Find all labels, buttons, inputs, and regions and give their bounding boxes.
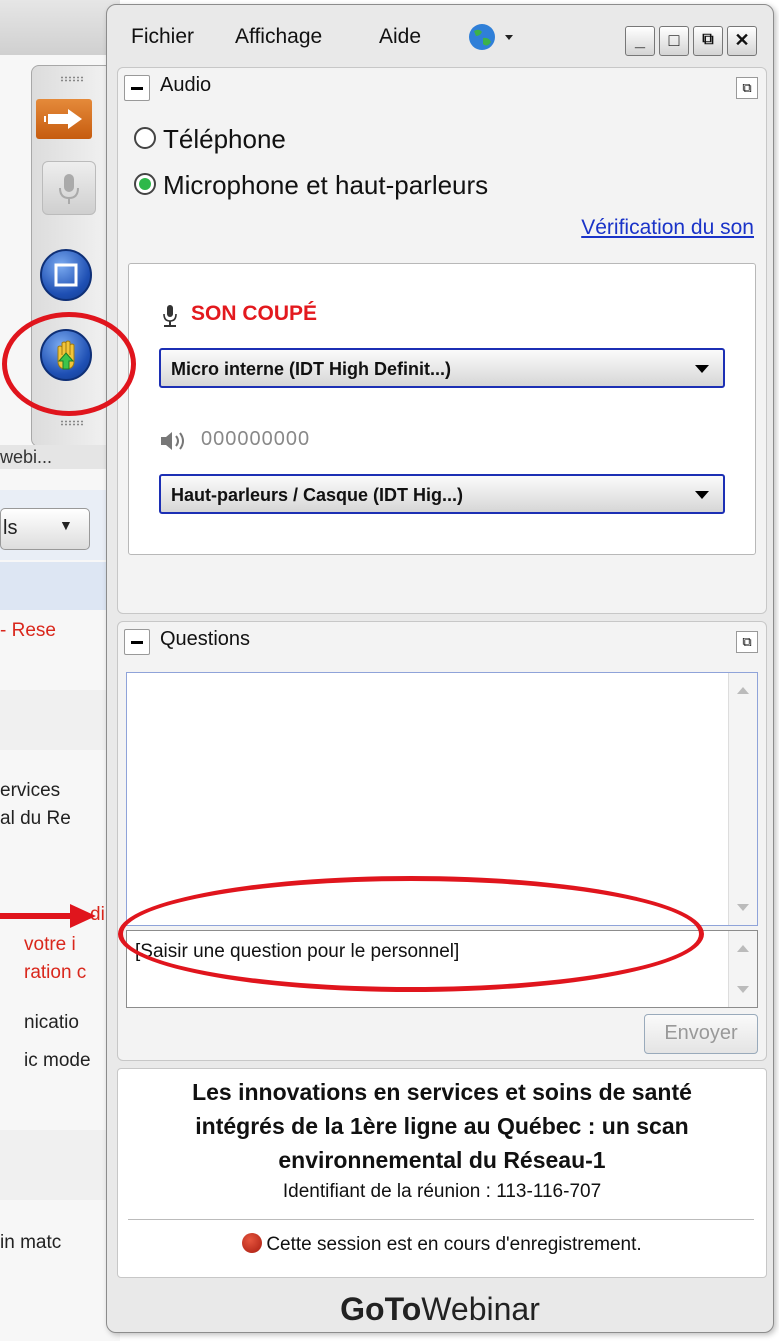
radio-microphone-label: Microphone et haut-parleurs	[163, 170, 489, 200]
questions-log-scrollbar[interactable]	[728, 673, 757, 925]
close-button[interactable]: ✕	[727, 26, 757, 56]
chevron-down-icon: ▼	[59, 517, 73, 533]
recording-notice: Cette session est en cours d'enregistrem…	[118, 1233, 766, 1256]
arrow-right-icon	[44, 109, 82, 129]
background-header	[0, 0, 120, 55]
session-title-line: Les innovations en services et soins de …	[192, 1079, 692, 1105]
globe-language-button[interactable]	[467, 22, 519, 58]
questions-section: Questions ⧉ [Saisir une question pour le…	[117, 621, 767, 1061]
scroll-down-icon[interactable]	[737, 904, 749, 911]
menu-file[interactable]: Fichier	[131, 25, 194, 49]
restore-button[interactable]: ⧉	[693, 26, 723, 56]
mute-status: SON COUPÉ	[191, 302, 318, 325]
background-row-shade	[0, 690, 120, 750]
speaker-icon	[161, 432, 184, 450]
radio-microphone[interactable]: Microphone et haut-parleurs	[134, 170, 488, 201]
brand-regular: Webinar	[421, 1291, 540, 1327]
minimize-button[interactable]: _	[625, 26, 655, 56]
chevron-down-icon	[695, 365, 709, 373]
microphone-icon	[59, 174, 79, 204]
annotation-ellipse-question-input	[118, 876, 704, 992]
radio-telephone-label: Téléphone	[163, 124, 286, 154]
background-snippet: ervices	[0, 780, 61, 801]
menu-bar: Fichier Affichage Aide _ □ ⧉ ✕	[107, 5, 773, 63]
annotation-arrow-icon	[0, 904, 96, 928]
session-title-line: intégrés de la 1ère ligne au Québec : un…	[195, 1113, 689, 1139]
audio-section-header: Audio ⧉	[118, 68, 766, 108]
toolbar-drag-grip[interactable]	[60, 76, 84, 82]
background-dropdown-label: ls	[3, 517, 18, 539]
session-info: Les innovations en services et soins de …	[117, 1068, 767, 1278]
microphone-icon	[163, 305, 177, 327]
speaker-level-meter: 000000000	[201, 428, 311, 450]
scroll-down-icon[interactable]	[737, 986, 749, 993]
background-row-shade	[0, 1130, 120, 1200]
popout-questions-button[interactable]: ⧉	[736, 631, 758, 653]
audio-section: Audio ⧉ Téléphone Microphone et haut-par…	[117, 67, 767, 614]
gotowebinar-panel: Fichier Affichage Aide _ □ ⧉ ✕ Audio ⧉ T…	[106, 4, 774, 1333]
background-snippet: in matc	[0, 1232, 62, 1253]
annotation-circle-raise-hand	[2, 312, 136, 416]
radio-unselected-icon	[134, 127, 156, 149]
background-snippet: ration c	[24, 962, 87, 983]
meeting-id: Identifiant de la réunion : 113-116-707	[282, 1181, 602, 1202]
sound-check-link[interactable]: Vérification du son	[581, 216, 754, 240]
brand-bold: GoTo	[340, 1291, 422, 1327]
background-snippet: - Rese	[0, 620, 56, 641]
microphone-device-value: Micro interne (IDT High Definit...)	[171, 359, 451, 379]
globe-icon	[469, 24, 513, 50]
collapse-questions-button[interactable]	[124, 629, 150, 655]
scroll-up-icon[interactable]	[737, 945, 749, 952]
collapse-audio-button[interactable]	[124, 75, 150, 101]
menu-help[interactable]: Aide	[379, 25, 421, 49]
background-snippet: ic mode	[24, 1050, 91, 1071]
questions-section-title: Questions	[160, 628, 251, 650]
background-snippet: nicatio	[24, 1012, 79, 1033]
audio-devices-box: SON COUPÉ Micro interne (IDT High Defini…	[128, 263, 756, 555]
recording-notice-text: Cette session est en cours d'enregistrem…	[266, 1234, 642, 1255]
maximize-button[interactable]: □	[659, 26, 689, 56]
scroll-up-icon[interactable]	[737, 687, 749, 694]
chevron-down-icon	[695, 491, 709, 499]
square-icon	[54, 263, 78, 287]
expand-panel-button[interactable]	[36, 99, 92, 139]
divider	[128, 1219, 754, 1220]
send-button[interactable]: Envoyer	[644, 1014, 758, 1054]
radio-selected-icon	[134, 173, 156, 195]
toolbar-caption: webi...	[0, 445, 118, 469]
popout-audio-button[interactable]: ⧉	[736, 77, 758, 99]
session-title-line: environnemental du Réseau-1	[278, 1147, 606, 1173]
screen-share-button[interactable]	[40, 249, 92, 301]
question-input-scrollbar[interactable]	[728, 931, 757, 1007]
audio-section-title: Audio	[160, 74, 212, 96]
microphone-device-select[interactable]: Micro interne (IDT High Definit...)	[159, 348, 725, 388]
questions-section-header: Questions ⧉	[118, 622, 766, 662]
recording-icon	[242, 1233, 263, 1253]
menu-view[interactable]: Affichage	[235, 25, 322, 49]
radio-telephone[interactable]: Téléphone	[134, 124, 286, 155]
toolbar-drag-grip[interactable]	[60, 420, 84, 426]
background-tab-strip	[0, 562, 120, 610]
background-dropdown[interactable]: ls ▼	[0, 508, 90, 550]
microphone-button[interactable]	[42, 161, 96, 215]
speaker-device-select[interactable]: Haut-parleurs / Casque (IDT Hig...)	[159, 474, 725, 514]
background-snippet: al du Re	[0, 808, 71, 829]
speaker-device-value: Haut-parleurs / Casque (IDT Hig...)	[171, 485, 464, 505]
gotowebinar-logo: GoToWebinar	[107, 1291, 773, 1328]
